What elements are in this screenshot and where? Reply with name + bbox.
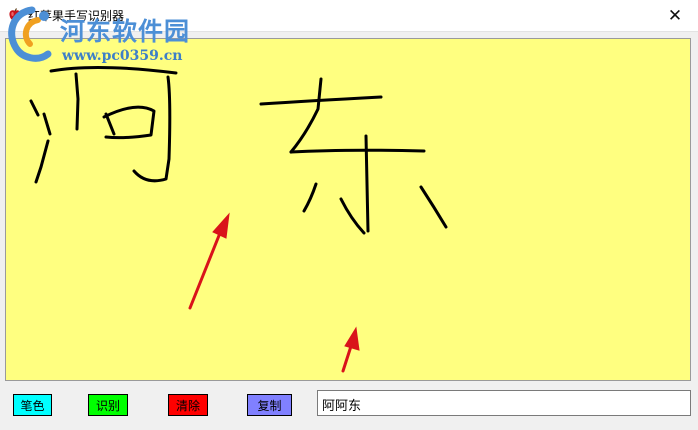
red-apple-icon — [9, 8, 21, 21]
clear-button[interactable]: 清除 — [168, 394, 208, 416]
close-button[interactable]: ✕ — [652, 0, 698, 31]
drawing-canvas[interactable] — [5, 38, 691, 381]
recognize-button[interactable]: 识别 — [88, 394, 128, 416]
recognition-result-field[interactable]: 阿阿东 — [317, 390, 691, 416]
close-icon: ✕ — [667, 5, 683, 26]
copy-button[interactable]: 复制 — [247, 394, 292, 416]
title-bar: 红苹果手写识别器 ✕ — [0, 0, 698, 32]
pen-color-button[interactable]: 笔色 — [13, 394, 52, 416]
handwriting-strokes — [29, 65, 448, 235]
window-title: 红苹果手写识别器 — [28, 9, 125, 23]
